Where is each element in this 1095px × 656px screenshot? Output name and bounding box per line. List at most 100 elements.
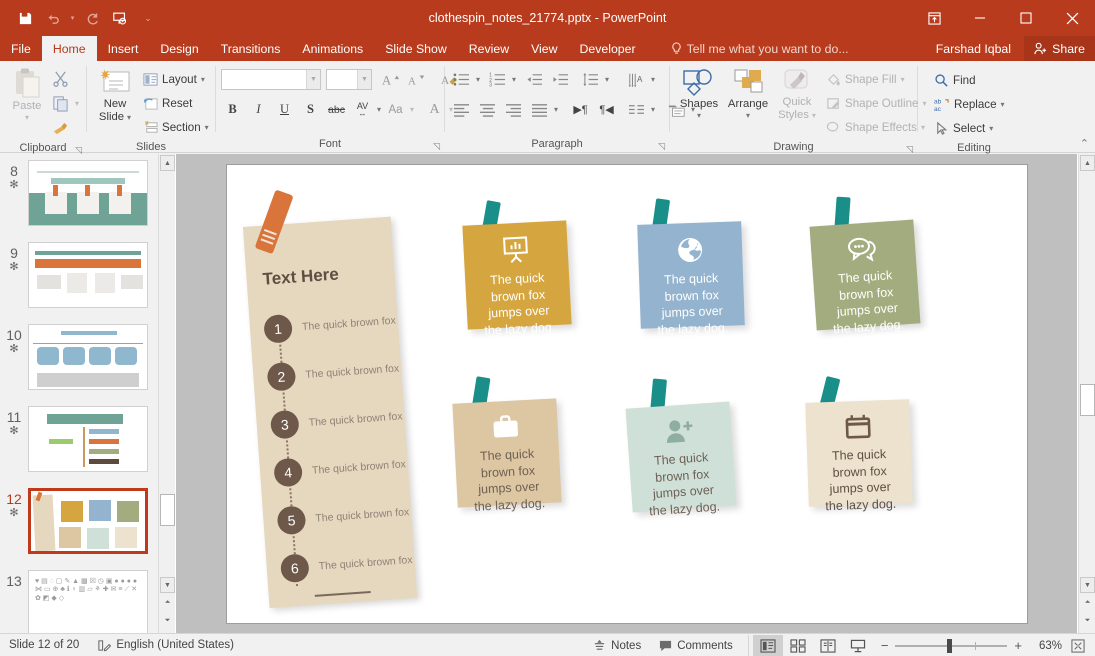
thumbnail-preview[interactable] <box>28 406 148 472</box>
increase-indent-button[interactable] <box>549 68 572 91</box>
zoom-level-label[interactable]: 63% <box>1030 640 1062 652</box>
tab-view[interactable]: View <box>520 36 568 61</box>
maximize-button[interactable] <box>1003 0 1049 36</box>
reset-button[interactable]: Reset <box>138 92 214 115</box>
scroll-up-button[interactable]: ▲ <box>160 155 175 171</box>
slide-editing-area[interactable]: Text Here 1 The quick brown fox 2 The qu… <box>176 154 1077 633</box>
paste-button[interactable]: Paste ▾ <box>5 65 49 122</box>
thumbnail-slide-10[interactable]: 10 ✻ <box>0 324 158 390</box>
slide-canvas[interactable]: Text Here 1 The quick brown fox 2 The qu… <box>226 164 1027 623</box>
tab-home[interactable]: Home <box>41 36 97 61</box>
align-right-button[interactable] <box>502 98 525 121</box>
slide-show-button[interactable] <box>843 635 873 656</box>
scrollbar-thumb[interactable] <box>160 494 175 526</box>
zoom-slider[interactable]: − + <box>873 638 1030 653</box>
change-case-button[interactable]: Aa <box>384 98 407 121</box>
minimize-button[interactable] <box>957 0 1003 36</box>
copy-button[interactable] <box>49 92 72 115</box>
slide-counter[interactable]: Slide 12 of 20 <box>0 634 88 656</box>
format-painter-button[interactable] <box>49 117 72 140</box>
slide-thumbnail-pane[interactable]: 8 ✻ 9 ✻ 10 ✻ 11 ✻ 12 ✻ 13 ♥ ▤ ◌ ▢ ✎ ▲ ▩ … <box>0 154 158 633</box>
shape-effects-button[interactable]: Shape Effects ▾ <box>821 116 932 139</box>
big-note-group[interactable]: Text Here 1 The quick brown fox 2 The qu… <box>240 181 429 611</box>
font-size-input[interactable]: ▼ <box>326 69 372 90</box>
zoom-out-button[interactable]: − <box>881 638 889 653</box>
scroll-down-button[interactable]: ▼ <box>1080 577 1095 593</box>
align-left-button[interactable] <box>450 98 473 121</box>
shape-outline-button[interactable]: Shape Outline ▾ <box>821 92 932 115</box>
replace-button[interactable]: ab ac Replace ▾ <box>929 93 1010 116</box>
note-paper[interactable]: The quick brown fox jumps over the lazy … <box>624 400 737 517</box>
chevron-down-icon[interactable]: ▼ <box>306 70 320 89</box>
italic-button[interactable]: I <box>247 98 270 121</box>
thumbnail-preview[interactable] <box>28 242 148 308</box>
sticky-note-5[interactable]: The quick brown fox jumps over the lazy … <box>624 377 737 517</box>
rtl-text-direction-button[interactable]: ¶◀ <box>595 98 618 121</box>
chevron-down-icon[interactable]: ▾ <box>605 75 609 84</box>
chevron-down-icon[interactable]: ▾ <box>697 111 701 120</box>
new-slide-button[interactable]: New Slide ▾ <box>92 65 138 124</box>
note-paper[interactable]: The quick brown fox jumps over the lazy … <box>804 398 913 512</box>
columns-button[interactable] <box>625 98 648 121</box>
chevron-down-icon[interactable]: ▾ <box>201 75 205 84</box>
line-spacing-button[interactable] <box>579 68 602 91</box>
next-slide-button[interactable]: ⏷ <box>160 613 175 629</box>
chevron-down-icon[interactable]: ▾ <box>512 75 516 84</box>
chevron-down-icon[interactable]: ▾ <box>1001 100 1005 109</box>
tab-design[interactable]: Design <box>149 36 209 61</box>
select-button[interactable]: Select ▾ <box>929 117 1010 140</box>
tab-review[interactable]: Review <box>458 36 520 61</box>
chevron-down-icon[interactable]: ▾ <box>68 6 77 30</box>
paragraph-dialog-launcher[interactable]: ◹ <box>658 138 665 155</box>
redo-icon[interactable] <box>79 6 105 30</box>
chevron-down-icon[interactable]: ▾ <box>554 105 558 114</box>
note-paper[interactable]: The quick brown fox jumps over the lazy … <box>808 218 921 335</box>
shapes-button[interactable]: Shapes ▾ <box>675 65 723 120</box>
strikethrough-button[interactable]: abc <box>325 98 348 121</box>
note-paper[interactable]: The quick brown fox jumps over the lazy … <box>461 219 572 337</box>
shape-fill-button[interactable]: Shape Fill ▾ <box>821 68 932 91</box>
scroll-down-button[interactable]: ▼ <box>160 577 175 593</box>
justify-button[interactable] <box>528 98 551 121</box>
fit-slide-to-window-button[interactable] <box>1062 634 1095 656</box>
ribbon-display-options-icon[interactable] <box>911 0 957 36</box>
thumbnail-scrollbar[interactable]: ▲ ▼ ⏶ ⏷ <box>158 154 175 633</box>
customize-qat-icon[interactable]: ⌄ <box>135 6 161 30</box>
align-center-button[interactable] <box>476 98 499 121</box>
chevron-down-icon[interactable]: ▾ <box>812 111 816 120</box>
cut-button[interactable] <box>49 67 72 90</box>
numbering-button[interactable]: 123 <box>486 68 509 91</box>
decrease-indent-button[interactable] <box>523 68 546 91</box>
arrange-button[interactable]: Arrange ▾ <box>723 65 773 120</box>
bullets-button[interactable] <box>450 68 473 91</box>
bold-button[interactable]: B <box>221 98 244 121</box>
previous-slide-button[interactable]: ⏶ <box>160 595 175 611</box>
underline-button[interactable]: U <box>273 98 296 121</box>
zoom-track[interactable] <box>895 638 1008 653</box>
save-icon[interactable] <box>12 6 38 30</box>
thumbnail-preview[interactable] <box>28 324 148 390</box>
thumbnail-preview[interactable] <box>28 160 148 226</box>
scrollbar-thumb[interactable] <box>1080 384 1095 416</box>
thumbnail-slide-9[interactable]: 9 ✻ <box>0 242 158 308</box>
thumbnail-slide-13[interactable]: 13 ♥ ▤ ◌ ▢ ✎ ▲ ▩ ☒ ◷ ▣ ● ● ● ● ⋈ ▭ ⊕ ♣ ℹ… <box>0 570 158 633</box>
find-button[interactable]: Find <box>929 69 1010 92</box>
chevron-down-icon[interactable]: ▾ <box>377 105 381 114</box>
sticky-note-2[interactable]: The quick brown fox jumps over the lazy … <box>636 197 745 336</box>
sticky-note-4[interactable]: The quick brown fox jumps over the lazy … <box>451 375 562 513</box>
chevron-down-icon[interactable]: ▼ <box>357 70 371 89</box>
tab-file[interactable]: File <box>0 36 42 61</box>
collapse-ribbon-button[interactable]: ⌃ <box>1080 137 1089 150</box>
slide-scrollbar[interactable]: ▲ ▼ ⏶ ⏷ <box>1078 154 1095 633</box>
chevron-down-icon[interactable]: ▾ <box>651 105 655 114</box>
language-status[interactable]: English (United States) <box>88 634 243 656</box>
font-name-input[interactable]: ▼ <box>221 69 321 90</box>
layout-button[interactable]: Layout ▾ <box>138 68 214 91</box>
decrease-font-size-button[interactable]: A <box>405 68 428 91</box>
chevron-down-icon[interactable]: ▾ <box>75 99 79 108</box>
comments-button[interactable]: Comments <box>650 634 742 656</box>
chevron-down-icon[interactable]: ▾ <box>205 123 209 132</box>
tab-transitions[interactable]: Transitions <box>210 36 292 61</box>
previous-slide-button[interactable]: ⏶ <box>1080 595 1095 611</box>
slide-sorter-view-button[interactable] <box>783 635 813 656</box>
